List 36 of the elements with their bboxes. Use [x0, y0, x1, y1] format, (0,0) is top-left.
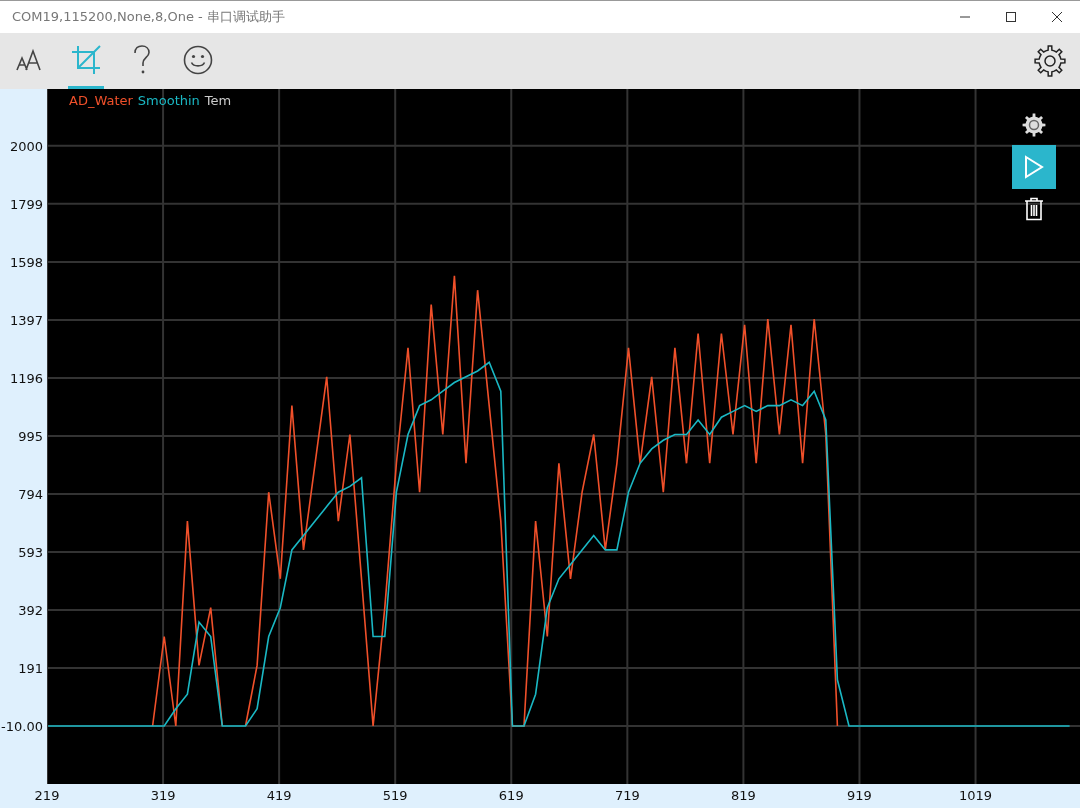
x-axis-label: 1019 [959, 788, 993, 803]
close-icon [1051, 11, 1063, 23]
x-axis-label: 919 [847, 788, 872, 803]
y-axis-label: 1799 [9, 196, 43, 212]
settings-button[interactable] [1022, 113, 1046, 137]
y-axis-label: 191 [18, 660, 43, 676]
x-axis-label: 819 [731, 788, 756, 803]
help-icon [133, 44, 151, 75]
x-axis-label: 519 [382, 788, 408, 803]
y-axis-label: 1196 [9, 370, 43, 386]
legend-label: AD_Water [69, 93, 133, 108]
legend-label: Tem [204, 93, 232, 108]
y-axis-label: 2000 [9, 138, 43, 154]
x-axis-label: 719 [614, 788, 640, 803]
y-axis-label: 593 [18, 544, 43, 560]
play-icon [1024, 155, 1044, 179]
smiley-icon [183, 44, 213, 75]
x-axis-label: 319 [150, 788, 176, 803]
y-axis-label: 1598 [9, 254, 43, 270]
x-axis-label: 419 [266, 788, 292, 803]
x-axis-label: 219 [34, 788, 60, 803]
crop-icon [71, 44, 101, 75]
maximize-icon [1005, 11, 1017, 23]
y-axis-label: 392 [18, 602, 43, 618]
font-size-icon [16, 47, 44, 72]
y-axis-label: 995 [18, 428, 43, 444]
x-axis-label: 619 [498, 788, 524, 803]
settings-icon [1022, 113, 1046, 137]
y-axis-label: 1397 [9, 312, 43, 328]
trash-icon [1024, 197, 1044, 221]
delete-button[interactable] [1024, 197, 1044, 221]
y-axis-label: -10.00 [1, 718, 43, 734]
settings-icon [1034, 45, 1066, 77]
y-axis-label: 794 [18, 486, 43, 502]
window-title: COM19,115200,None,8,One - 串口调试助手 [11, 8, 286, 26]
legend-label: Smoothin [137, 93, 200, 108]
